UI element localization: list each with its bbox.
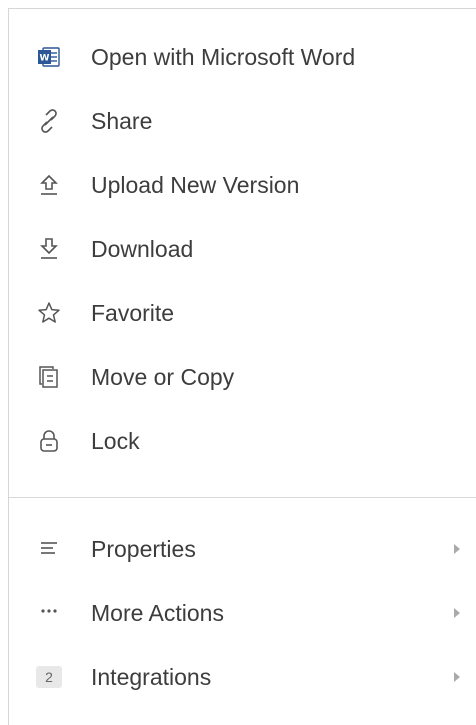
menu-item-label: Share [91, 107, 153, 134]
menu-item-label: Integrations [91, 663, 212, 690]
menu-item-label: Favorite [91, 299, 175, 326]
integrations-count-badge: 2 [36, 666, 62, 688]
menu-item-share[interactable]: Share [9, 93, 476, 149]
menu-item-open-with-word[interactable]: W Open with Microsoft Word [9, 29, 476, 85]
more-icon [35, 599, 63, 627]
integrations-badge: 2 [35, 663, 63, 691]
upload-icon [35, 171, 63, 199]
move-copy-icon [35, 363, 63, 391]
chevron-right-icon [452, 606, 462, 620]
menu-item-label: Properties [91, 535, 196, 562]
context-menu: W Open with Microsoft Word Share Upload … [8, 8, 476, 725]
menu-item-move-or-copy[interactable]: Move or Copy [9, 349, 476, 405]
svg-text:W: W [40, 54, 50, 64]
menu-item-upload-new-version[interactable]: Upload New Version [9, 157, 476, 213]
chevron-right-icon [452, 670, 462, 684]
menu-divider [9, 497, 476, 498]
menu-item-label: Move or Copy [91, 363, 235, 390]
properties-icon [35, 535, 63, 563]
menu-item-properties[interactable]: Properties [9, 521, 476, 577]
link-icon [35, 107, 63, 135]
menu-item-lock[interactable]: Lock [9, 413, 476, 469]
download-icon [35, 235, 63, 263]
chevron-right-icon [452, 542, 462, 556]
lock-icon [35, 427, 63, 455]
page: W Open with Microsoft Word Share Upload … [0, 0, 476, 725]
menu-item-favorite[interactable]: Favorite [9, 285, 476, 341]
menu-item-label: Upload New Version [91, 171, 300, 198]
word-icon: W [35, 43, 63, 71]
star-icon [35, 299, 63, 327]
menu-item-label: Download [91, 235, 194, 262]
menu-item-label: More Actions [91, 599, 224, 626]
menu-item-label: Lock [91, 427, 140, 454]
menu-item-more-actions[interactable]: More Actions [9, 585, 476, 641]
menu-item-integrations[interactable]: 2 Integrations [9, 649, 476, 705]
menu-item-label: Open with Microsoft Word [91, 43, 356, 70]
menu-item-download[interactable]: Download [9, 221, 476, 277]
